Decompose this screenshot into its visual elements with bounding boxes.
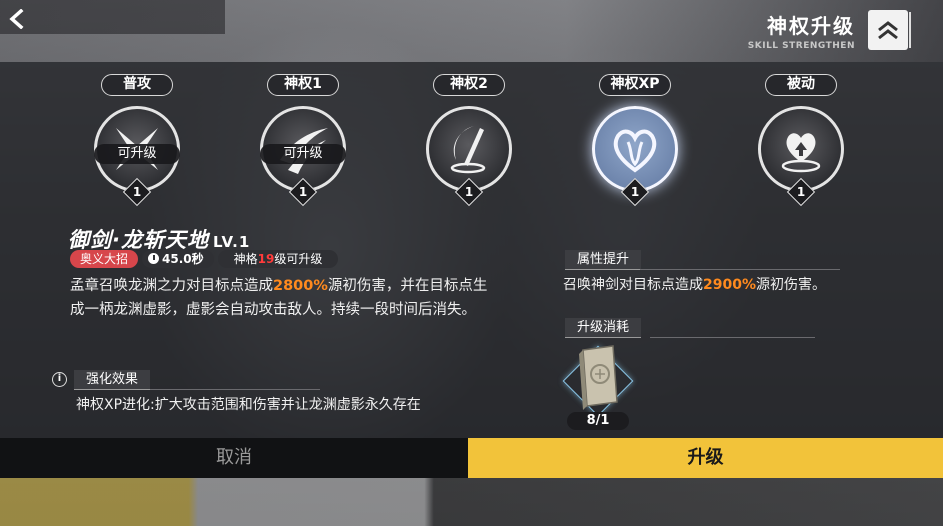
attribute-section-title: 属性提升 [565,250,642,270]
skill-tab-passive[interactable]: 被动 1 [756,74,846,207]
skill-name: 御剑·龙斩天地 [68,228,209,252]
attribute-part1: 召唤神剑对目标点造成 [563,277,703,293]
skill-description: 孟章召唤龙渊之力对目标点造成2800%源初伤害，并在目标点生成一柄龙渊虚影，虚影… [70,274,490,322]
title-block: 神权升级 SKILL STRENGTHEN [748,10,855,51]
clock-icon [148,253,160,264]
enhance-description: 神权XP进化:扩大攻击范围和伤害并让龙渊虚影永久存在 [76,397,421,413]
section-divider [650,337,815,338]
upgradable-badge: 可升级 [94,144,180,164]
skill-tab-label: 神权1 [267,74,339,96]
upgrade-button[interactable]: 升级 [468,438,943,478]
attribute-description: 召唤神剑对目标点造成2900%源初伤害。 [563,274,826,294]
description-part1: 孟章召唤龙渊之力对目标点造成 [70,278,273,294]
enhance-section-title: 强化效果 [74,370,151,390]
sword-moon-icon [450,126,486,174]
skill-tab-label: 被动 [765,74,837,96]
section-divider [150,389,320,390]
skill-level: 1 [796,185,806,199]
skill-tab-skill-xp[interactable]: 神权XP 1 [590,74,680,207]
heart-arrow-icon [781,133,821,173]
skill-tags: 奥义大招 45.0秒 神格19级可升级 [70,250,339,268]
upgrade-requirement-tag: 神格19级可升级 [217,250,339,268]
attribute-part2: 源初伤害。 [756,277,826,293]
skill-type-tag: 奥义大招 [70,250,139,268]
skill-tab-normal-attack[interactable]: 普攻 可升级 1 [92,74,182,207]
requirement-level: 19 [257,252,275,266]
background-bottom-bar [0,478,943,526]
skill-tab-label: 普攻 [101,74,173,96]
skill-level: 1 [464,185,474,199]
cost-section-title: 升级消耗 [565,318,642,338]
skill-level: 1 [630,185,640,199]
requirement-suffix: 级可升级 [274,252,323,266]
skill-tab-label: 神权2 [433,74,505,96]
spirit-heart-icon [613,129,657,173]
skill-tab-label: 神权XP [599,74,671,96]
page-title: 神权升级 [767,14,855,38]
attribute-damage-value: 2900% [703,277,756,293]
section-divider [640,269,840,270]
description-damage-value: 2800% [273,278,328,294]
skill-tab-skill-1[interactable]: 神权1 可升级 1 [258,74,348,207]
page-subtitle: SKILL STRENGTHEN [747,41,855,51]
skill-level-text: LV.1 [212,233,251,251]
skill-level: 1 [132,185,142,199]
back-button[interactable] [4,6,30,32]
chevron-left-icon [9,9,24,29]
skill-book-icon [579,345,618,410]
skill-level: 1 [298,185,308,199]
skill-tab-skill-2[interactable]: 神权2 1 [424,74,514,207]
cooldown-tag: 45.0秒 [142,250,214,268]
double-chevron-up-icon [878,21,898,40]
info-icon[interactable]: i [52,372,67,387]
requirement-prefix: 神格 [233,252,258,266]
cancel-button[interactable]: 取消 [0,438,468,478]
upgradable-badge: 可升级 [260,144,346,164]
cost-item[interactable]: 8/1 [562,340,635,432]
cooldown-value: 45.0秒 [162,252,204,266]
item-count: 8/1 [567,412,629,430]
collapse-button[interactable] [868,10,911,50]
